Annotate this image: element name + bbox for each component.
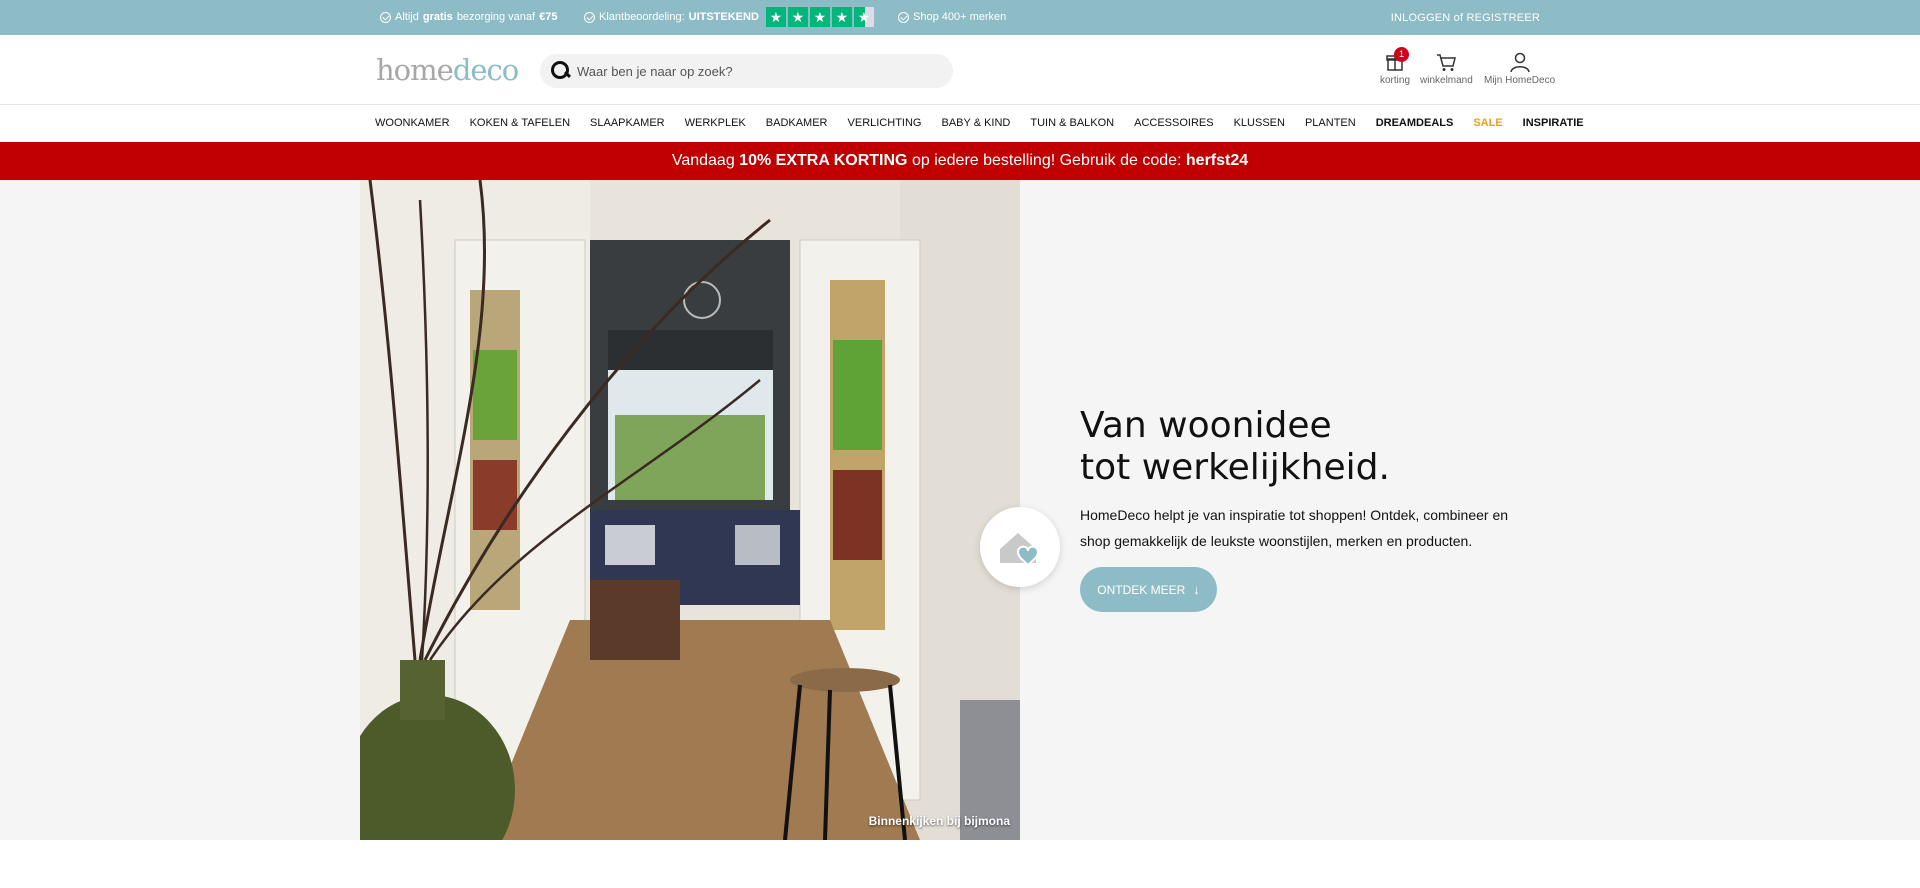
- usp-text-bold: gratis: [422, 11, 453, 23]
- nav-item-inspiratie[interactable]: INSPIRATIE: [1523, 117, 1584, 129]
- check-circle-icon: [898, 11, 909, 23]
- nav-item-verlichting[interactable]: VERLICHTING: [848, 117, 922, 129]
- hero-title-line: tot werkelijkheid.: [1080, 447, 1390, 488]
- nav-item-planten[interactable]: PLANTEN: [1305, 117, 1356, 129]
- nav-item-tuin-balkon[interactable]: TUIN & BALKON: [1030, 117, 1114, 129]
- promo-discount: 10% EXTRA KORTING: [739, 152, 908, 169]
- cta-label: ONTDEK MEER: [1097, 582, 1186, 597]
- korting-label: korting: [1380, 75, 1411, 86]
- star-half-icon: ★: [853, 7, 874, 27]
- nav-item-badkamer[interactable]: BADKAMER: [766, 117, 828, 129]
- promo-text: Vandaag: [671, 152, 740, 169]
- nav-item-baby-kind[interactable]: BABY & KIND: [941, 117, 1010, 129]
- homedeco-logo[interactable]: homedeco: [376, 53, 519, 87]
- usp-text-bold: UITSTEKEND: [688, 11, 759, 23]
- nav-item-accessoires[interactable]: ACCESSOIRES: [1134, 117, 1213, 129]
- homedeco-heart-house-icon: [980, 507, 1060, 587]
- nav-item-dreamdeals[interactable]: DREAMDEALS: [1376, 117, 1454, 129]
- nav-item-sale[interactable]: SALE: [1473, 117, 1502, 129]
- arrow-down-icon: ↓: [1193, 582, 1200, 597]
- usp-text: Shop 400+ merken: [913, 11, 1007, 23]
- korting-badge: 1: [1394, 47, 1409, 62]
- hero-section: Binnenkijken bij bijmona Van woonidee to…: [0, 180, 1920, 840]
- check-circle-icon: [584, 11, 595, 23]
- user-icon: [1509, 52, 1530, 73]
- logo-home: home: [376, 53, 454, 87]
- usp-rating[interactable]: Klantbeoordeling: UITSTEKEND ★ ★ ★ ★ ★: [584, 7, 874, 27]
- hero-description: HomeDeco helpt je van inspiratie tot sho…: [1080, 507, 1509, 549]
- star-icon: ★: [765, 7, 786, 27]
- main-nav: WOONKAMER KOKEN & TAFELEN SLAAPKAMER WER…: [0, 105, 1920, 142]
- hero-title-line: Van woonidee: [1080, 405, 1332, 446]
- cart-label: winkelmand: [1420, 75, 1473, 86]
- login-register-link[interactable]: INLOGGEN of REGISTREER: [1391, 12, 1540, 24]
- nav-item-woonkamer[interactable]: WOONKAMER: [375, 117, 450, 129]
- usp-free-delivery: Altijd gratis bezorging vanaf €75: [380, 11, 557, 23]
- check-circle-icon: [380, 11, 391, 23]
- site-header: homedeco 1 korting winkelmand Mijn HomeD…: [0, 35, 1920, 105]
- search-icon[interactable]: [549, 59, 573, 83]
- usp-text: Klantbeoordeling:: [599, 11, 685, 23]
- star-icon: ★: [787, 7, 808, 27]
- house-heart-icon: [1000, 533, 1040, 567]
- promo-code: herfst24: [1185, 152, 1249, 169]
- search-bar[interactable]: [540, 54, 953, 88]
- hero-image: Binnenkijken bij bijmona: [360, 180, 1020, 840]
- usp-text: bezorging vanaf: [456, 11, 536, 23]
- usp-text-bold: €75: [539, 11, 558, 23]
- top-info-bar: Altijd gratis bezorging vanaf €75 Klantb…: [0, 0, 1920, 35]
- trustpilot-stars: ★ ★ ★ ★ ★: [765, 7, 874, 27]
- star-icon: ★: [809, 7, 830, 27]
- star-icon: ★: [831, 7, 852, 27]
- nav-item-slaapkamer[interactable]: SLAAPKAMER: [590, 117, 665, 129]
- cart-icon: [1437, 54, 1457, 71]
- search-input[interactable]: [577, 63, 937, 79]
- logo-deco: deco: [452, 53, 519, 87]
- promo-text: op iedere bestelling! Gebruik de code:: [907, 152, 1186, 169]
- korting-button[interactable]: 1 korting: [1380, 47, 1411, 86]
- nav-item-koken-tafelen[interactable]: KOKEN & TAFELEN: [470, 117, 570, 129]
- image-caption[interactable]: Binnenkijken bij bijmona: [869, 814, 1010, 828]
- account-label: Mijn HomeDeco: [1484, 75, 1556, 86]
- nav-item-werkplek[interactable]: WERKPLEK: [685, 117, 746, 129]
- hero-title: Van woonidee tot werkelijkheid.: [1080, 405, 1390, 489]
- cart-button[interactable]: winkelmand: [1420, 51, 1473, 86]
- usp-brands: Shop 400+ merken: [898, 11, 1006, 23]
- account-button[interactable]: Mijn HomeDeco: [1484, 51, 1555, 86]
- ontdek-meer-button[interactable]: ONTDEK MEER ↓: [1080, 567, 1217, 612]
- nav-item-klussen[interactable]: KLUSSEN: [1234, 117, 1285, 129]
- usp-text: Altijd: [395, 11, 419, 23]
- interior-photo: [360, 180, 1020, 840]
- promo-banner[interactable]: Vandaag 10% EXTRA KORTING op iedere best…: [0, 142, 1920, 180]
